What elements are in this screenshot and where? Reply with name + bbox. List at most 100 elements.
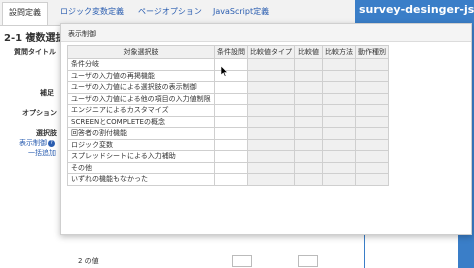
compare-value-cell[interactable] <box>294 58 323 71</box>
column-header-target-choice: 対象選択肢 <box>67 45 215 59</box>
row-label: 回答者の割付機能 <box>67 127 215 140</box>
brand-name: survey-desinger-js <box>359 3 474 16</box>
action-type-cell[interactable] <box>355 127 389 140</box>
bottom-input[interactable] <box>298 255 318 267</box>
compare-value-cell[interactable] <box>294 127 323 140</box>
help-icon[interactable]: ? <box>48 139 55 147</box>
display-control-dialog: 表示制御 対象選択肢 条件設問 比較値タイプ 比較値 比較方法 動作種別 条件分… <box>60 23 472 235</box>
section-title: 2-1 複数選択 <box>4 33 66 44</box>
condition-question-cell[interactable] <box>214 58 248 71</box>
column-header-compare-value-type: 比較値タイプ <box>247 45 295 59</box>
row-label: その他 <box>67 161 215 174</box>
action-type-cell[interactable] <box>355 58 389 71</box>
dialog-title: 表示制御 <box>68 30 96 38</box>
compare-value-type-cell[interactable] <box>247 138 295 151</box>
action-type-cell[interactable] <box>355 115 389 128</box>
condition-question-cell[interactable] <box>214 173 248 186</box>
table-header-row: 対象選択肢 条件設問 比較値タイプ 比較値 比較方法 動作種別 <box>67 45 389 59</box>
compare-value-type-cell[interactable] <box>247 161 295 174</box>
tab-question-definition[interactable]: 設問定義 <box>2 2 48 25</box>
tab-page-options[interactable]: ページオプション <box>138 6 202 17</box>
compare-method-cell[interactable] <box>322 115 356 128</box>
condition-question-cell[interactable] <box>214 104 248 117</box>
compare-method-cell[interactable] <box>322 150 356 163</box>
row-label: 条件分岐 <box>67 58 215 71</box>
compare-method-cell[interactable] <box>322 138 356 151</box>
row-label: ロジック変数 <box>67 138 215 151</box>
brand-bar: survey-desinger-js <box>355 0 474 25</box>
action-type-cell[interactable] <box>355 138 389 151</box>
action-type-cell[interactable] <box>355 104 389 117</box>
row-label: ユーザの入力値の再掲機能 <box>67 69 215 82</box>
row-label: ユーザの入力値による他の項目の入力値制限 <box>67 92 215 105</box>
condition-question-cell[interactable] <box>214 69 248 82</box>
compare-method-cell[interactable] <box>322 92 356 105</box>
table-row: ユーザの入力値による他の項目の入力値制限 <box>67 92 389 105</box>
choice-value-text: 2 の値 <box>78 257 99 265</box>
compare-value-cell[interactable] <box>294 138 323 151</box>
compare-value-type-cell[interactable] <box>247 81 295 94</box>
compare-value-type-cell[interactable] <box>247 92 295 105</box>
dialog-header: 表示制御 <box>61 24 471 42</box>
compare-method-cell[interactable] <box>322 173 356 186</box>
condition-question-cell[interactable] <box>214 138 248 151</box>
compare-value-type-cell[interactable] <box>247 173 295 186</box>
compare-value-cell[interactable] <box>294 115 323 128</box>
compare-method-cell[interactable] <box>322 81 356 94</box>
compare-method-cell[interactable] <box>322 58 356 71</box>
column-header-compare-method: 比較方法 <box>322 45 356 59</box>
bulk-add-link[interactable]: 一括追加 <box>28 148 56 158</box>
compare-value-type-cell[interactable] <box>247 150 295 163</box>
compare-method-cell[interactable] <box>322 161 356 174</box>
condition-question-cell[interactable] <box>214 81 248 94</box>
table-row: その他 <box>67 161 389 174</box>
row-label: SCREENとCOMPLETEの概念 <box>67 115 215 128</box>
condition-question-cell[interactable] <box>214 115 248 128</box>
choices-label: 選択肢 <box>36 129 57 137</box>
compare-value-cell[interactable] <box>294 69 323 82</box>
compare-value-cell[interactable] <box>294 173 323 186</box>
compare-method-cell[interactable] <box>322 127 356 140</box>
action-type-cell[interactable] <box>355 173 389 186</box>
condition-question-cell[interactable] <box>214 150 248 163</box>
compare-value-cell[interactable] <box>294 81 323 94</box>
row-label: エンジニアによるカスタマイズ <box>67 104 215 117</box>
compare-value-cell[interactable] <box>294 161 323 174</box>
options-label: オプション <box>22 109 57 117</box>
table-row: ロジック変数 <box>67 138 389 151</box>
compare-value-cell[interactable] <box>294 92 323 105</box>
mouse-cursor-icon <box>221 66 229 77</box>
column-header-action-type: 動作種別 <box>355 45 389 59</box>
supplement-label: 補足 <box>40 89 54 97</box>
tab-logic-variable-definition[interactable]: ロジック変数定義 <box>60 6 124 17</box>
row-label: スプレッドシートによる入力補助 <box>67 150 215 163</box>
table-row: スプレッドシートによる入力補助 <box>67 150 389 163</box>
compare-value-cell[interactable] <box>294 150 323 163</box>
table-row: いずれの機能もなかった <box>67 173 389 186</box>
column-header-compare-value: 比較値 <box>294 45 323 59</box>
compare-value-type-cell[interactable] <box>247 127 295 140</box>
compare-value-type-cell[interactable] <box>247 115 295 128</box>
action-type-cell[interactable] <box>355 81 389 94</box>
table-row: SCREENとCOMPLETEの概念 <box>67 115 389 128</box>
action-type-cell[interactable] <box>355 69 389 82</box>
display-control-link[interactable]: 表示制御? <box>19 138 55 148</box>
condition-question-cell[interactable] <box>214 127 248 140</box>
display-control-label: 表示制御 <box>19 139 47 147</box>
compare-method-cell[interactable] <box>322 104 356 117</box>
row-label: いずれの機能もなかった <box>67 173 215 186</box>
compare-value-cell[interactable] <box>294 104 323 117</box>
compare-value-type-cell[interactable] <box>247 58 295 71</box>
condition-question-cell[interactable] <box>214 161 248 174</box>
action-type-cell[interactable] <box>355 150 389 163</box>
tab-javascript-definition[interactable]: JavaScript定義 <box>213 6 269 17</box>
bottom-select[interactable] <box>232 255 252 267</box>
action-type-cell[interactable] <box>355 92 389 105</box>
table-row: ユーザの入力値による選択肢の表示制御 <box>67 81 389 94</box>
action-type-cell[interactable] <box>355 161 389 174</box>
condition-question-cell[interactable] <box>214 92 248 105</box>
column-header-condition-question: 条件設問 <box>214 45 248 59</box>
compare-value-type-cell[interactable] <box>247 69 295 82</box>
compare-method-cell[interactable] <box>322 69 356 82</box>
compare-value-type-cell[interactable] <box>247 104 295 117</box>
